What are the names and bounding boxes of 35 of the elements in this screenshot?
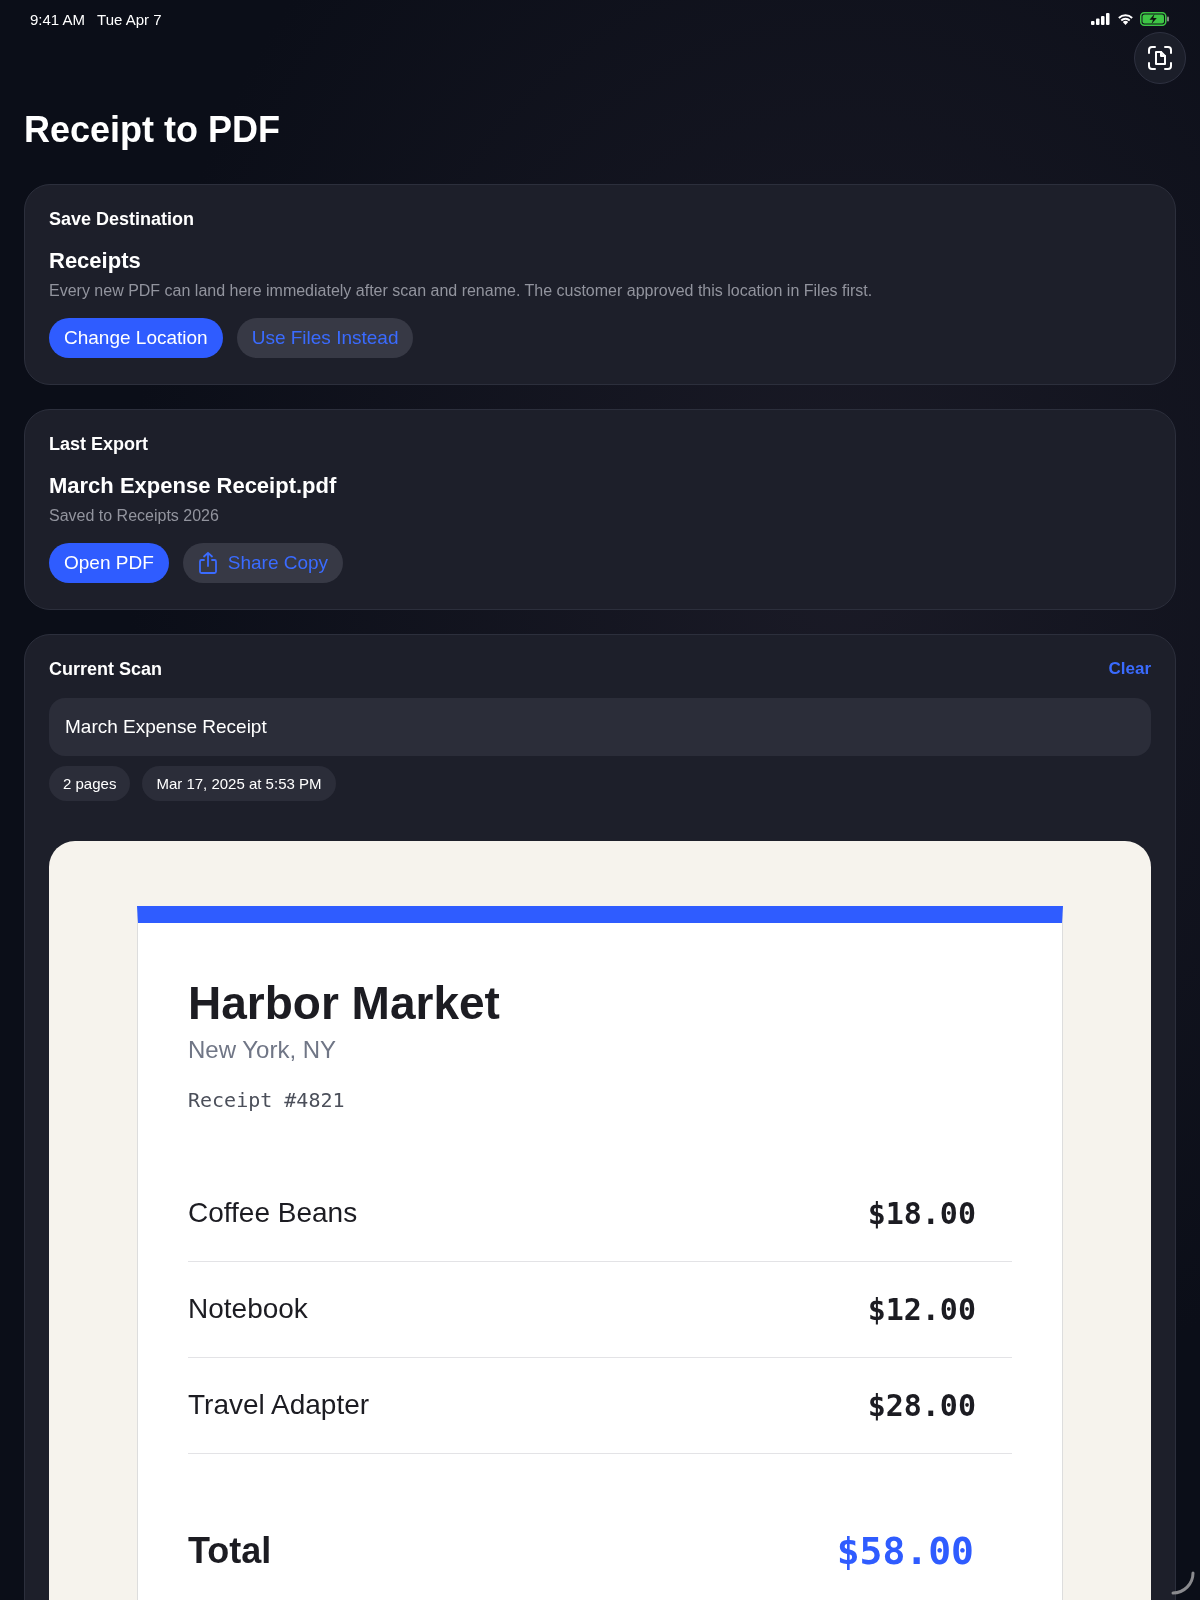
signal-icon	[1091, 13, 1111, 25]
page-title: Receipt to PDF	[24, 110, 282, 150]
item-price: $12.00	[867, 1291, 976, 1327]
card-heading: Last Export	[49, 433, 150, 455]
save-location: Saved to Receipts 2026	[49, 506, 220, 525]
card-heading: Current Scan	[49, 658, 163, 680]
receipt-number: Receipt #4821	[188, 1087, 346, 1112]
open-pdf-button[interactable]: Open PDF	[49, 542, 169, 583]
store-name: Harbor Market	[188, 975, 501, 1030]
info-tag: 2 pages	[49, 765, 131, 801]
folder-name: Receipts	[49, 247, 142, 274]
description: Every new PDF can land here immediately after scan and rename. The customer approved this location in Files first.	[49, 281, 874, 300]
scan-document-button[interactable]	[1134, 32, 1186, 84]
corner-arc-icon	[1170, 1570, 1196, 1596]
wifi-icon	[1117, 13, 1134, 25]
status-time: 9:41 AM	[30, 10, 86, 28]
card-heading: Save Destination	[49, 208, 196, 230]
total-amount: $58.00	[836, 1528, 974, 1573]
item-price: $18.00	[867, 1195, 976, 1231]
item-name: Travel Adapter	[188, 1389, 370, 1422]
item-name: Coffee Beans	[188, 1197, 358, 1230]
total-label: Total	[188, 1529, 272, 1572]
share-copy-button[interactable]: Share Copy	[182, 542, 344, 583]
scan-name-field[interactable]: March Expense Receipt	[49, 697, 1151, 756]
status-date: Tue Apr 7	[97, 10, 162, 28]
info-tag: Mar 17, 2025 at 5:53 PM	[142, 765, 336, 801]
change-location-button[interactable]: Change Location	[49, 317, 223, 358]
store-city: New York, NY	[188, 1035, 338, 1064]
share-icon	[197, 550, 218, 575]
item-name: Notebook	[188, 1293, 308, 1326]
clear-button[interactable]: Clear	[1108, 658, 1151, 679]
scan-document-icon	[1147, 45, 1173, 71]
use-files-button[interactable]: Use Files Instead	[236, 317, 414, 358]
file-name: March Expense Receipt.pdf	[49, 472, 338, 499]
item-price: $28.00	[867, 1387, 976, 1423]
